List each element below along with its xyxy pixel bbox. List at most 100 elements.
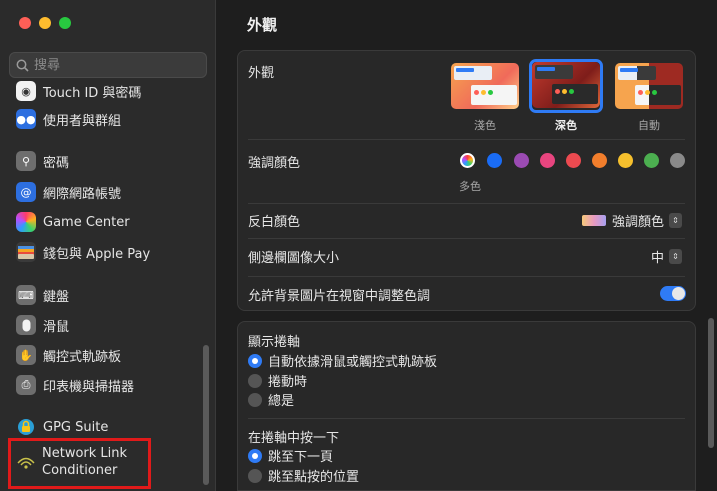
printer-icon: ⎙ [16, 375, 36, 395]
sidebar-item-mouse[interactable]: 滑鼠 [16, 313, 69, 337]
radio-button [248, 448, 262, 463]
key-icon: ⚲ [16, 151, 36, 171]
appearance-card: 外觀 淺色 深色 自動 強調顏色 多色 反白顏色 強調顏色 ⇕ 側邊欄圖像大小 … [237, 50, 696, 311]
highlight-color-label: 反白顏色 [248, 215, 301, 230]
accent-color-label: 強調顏色 [248, 156, 301, 171]
accent-red-swatch[interactable] [566, 153, 581, 168]
accent-blue-swatch[interactable] [487, 153, 502, 168]
radio-button [248, 353, 262, 368]
wallet-icon [16, 242, 36, 262]
sidebar-item-label: 印表機與掃描器 [43, 379, 135, 395]
divider [248, 203, 685, 204]
divider [248, 276, 685, 277]
search-icon [16, 59, 29, 72]
accent-purple-swatch[interactable] [514, 153, 529, 168]
chevron-updown-icon: ⇕ [669, 213, 683, 228]
accent-graphite-swatch[interactable] [670, 153, 685, 168]
sidebar-item-keyboard[interactable]: ⌨ 鍵盤 [16, 283, 69, 307]
highlight-swatch [582, 215, 606, 226]
sidebar-icon-size-popup[interactable]: 中 ⇕ [651, 247, 683, 266]
sidebar-item-label: 錢包與 Apple Pay [43, 246, 151, 262]
sidebar-item-trackpad[interactable]: ✋ 觸控式軌跡板 [16, 343, 121, 367]
sidebar-item-label: 鍵盤 [43, 289, 70, 305]
sidebar-item-label: 觸控式軌跡板 [43, 349, 122, 365]
sidebar-icon-size-value: 中 [651, 251, 665, 266]
appearance-light-option[interactable] [451, 63, 519, 109]
radio-jump-clicked-spot[interactable]: 跳至點按的位置 [248, 466, 359, 485]
divider [248, 139, 685, 140]
wallpaper-tint-label: 允許背景圖片在視窗中調整色調 [248, 289, 431, 304]
sidebar-scrollbar[interactable] [203, 345, 209, 485]
radio-label: 捲動時 [268, 375, 308, 390]
appearance-auto-label: 自動 [638, 119, 660, 132]
trackpad-icon: ✋ [16, 345, 36, 365]
zoom-button[interactable] [59, 17, 71, 29]
sidebar-item-game-center[interactable]: Game Center [16, 210, 130, 234]
accent-caption: 多色 [459, 180, 481, 193]
mouse-icon [16, 315, 36, 335]
accent-pink-swatch[interactable] [540, 153, 555, 168]
scroll-bars-card: 顯示捲軸 自動依據滑鼠或觸控式軌跡板 捲動時 總是 在捲軸中按一下 跳至下一頁 [237, 321, 696, 491]
minimize-button[interactable] [39, 17, 51, 29]
divider [248, 418, 685, 419]
sidebar-item-label: 使用者與群組 [43, 113, 122, 129]
main-scrollbar[interactable] [708, 318, 714, 448]
radio-jump-next-page[interactable]: 跳至下一頁 [248, 446, 333, 465]
appearance-label: 外觀 [248, 66, 275, 81]
game-center-icon [16, 212, 36, 232]
accent-orange-swatch[interactable] [592, 153, 607, 168]
appearance-auto-option[interactable] [615, 63, 683, 109]
appearance-dark-option[interactable] [532, 62, 600, 108]
sidebar: ◉ Touch ID 與密碼 ●● 使用者與群組 ⚲ 密碼 @ 網際網路帳號 G… [0, 0, 216, 491]
radio-scroll-always[interactable]: 總是 [248, 390, 294, 409]
sidebar-item-users[interactable]: ●● 使用者與群組 [16, 107, 121, 131]
radio-label: 總是 [268, 394, 295, 409]
click-scroll-bar-label: 在捲軸中按一下 [248, 431, 340, 446]
sidebar-item-printers[interactable]: ⎙ 印表機與掃描器 [16, 373, 134, 397]
highlight-color-value: 強調顏色 [612, 215, 665, 230]
search-input[interactable] [34, 57, 194, 73]
main-pane: 外觀 外觀 淺色 深色 自動 強調顏色 多色 反白顏色 強調顏色 ⇕ 側邊欄圖像… [217, 0, 717, 491]
accent-multicolor-swatch[interactable] [460, 153, 475, 168]
appearance-light-label: 淺色 [474, 119, 496, 132]
radio-button [248, 468, 262, 483]
settings-window: ◉ Touch ID 與密碼 ●● 使用者與群組 ⚲ 密碼 @ 網際網路帳號 G… [0, 0, 717, 491]
radio-button [248, 373, 262, 388]
sidebar-icon-size-label: 側邊欄圖像大小 [248, 251, 340, 266]
users-icon: ●● [16, 109, 36, 129]
at-icon: @ [16, 182, 36, 202]
divider [248, 238, 685, 239]
radio-label: 跳至下一頁 [268, 450, 334, 465]
keyboard-icon: ⌨ [16, 285, 36, 305]
sidebar-item-internet-accounts[interactable]: @ 網際網路帳號 [16, 180, 121, 204]
sidebar-item-passwords[interactable]: ⚲ 密碼 [16, 149, 69, 173]
show-scroll-bars-label: 顯示捲軸 [248, 335, 301, 350]
highlight-color-popup[interactable]: 強調顏色 ⇕ [582, 211, 683, 230]
sidebar-item-gpg-suite[interactable]: GPG Suite [16, 415, 108, 439]
sidebar-item-label: 滑鼠 [43, 319, 70, 335]
appearance-dark-label: 深色 [555, 119, 577, 132]
wallpaper-tint-toggle[interactable] [660, 286, 686, 301]
sidebar-item-touch-id[interactable]: ◉ Touch ID 與密碼 [16, 79, 141, 103]
radio-label: 跳至點按的位置 [268, 470, 360, 485]
close-button[interactable] [19, 17, 31, 29]
sidebar-item-wallet[interactable]: 錢包與 Apple Pay [16, 240, 150, 264]
radio-scroll-when-scrolling[interactable]: 捲動時 [248, 371, 307, 390]
radio-label: 自動依據滑鼠或觸控式軌跡板 [268, 355, 438, 370]
accent-green-swatch[interactable] [644, 153, 659, 168]
sidebar-item-label: Touch ID 與密碼 [43, 85, 142, 101]
gpg-icon [16, 417, 36, 437]
search-field[interactable] [9, 52, 207, 78]
fingerprint-icon: ◉ [16, 81, 36, 101]
chevron-updown-icon: ⇕ [669, 249, 683, 264]
radio-button [248, 392, 262, 407]
sidebar-item-label: Game Center [43, 214, 130, 230]
sidebar-item-label: 密碼 [43, 155, 70, 171]
accent-yellow-swatch[interactable] [618, 153, 633, 168]
sidebar-item-label: GPG Suite [43, 419, 109, 435]
window-controls [19, 17, 71, 29]
radio-scroll-automatic[interactable]: 自動依據滑鼠或觸控式軌跡板 [248, 351, 437, 370]
highlight-annotation [8, 438, 151, 489]
page-title: 外觀 [247, 16, 278, 34]
sidebar-item-label: 網際網路帳號 [43, 186, 122, 202]
